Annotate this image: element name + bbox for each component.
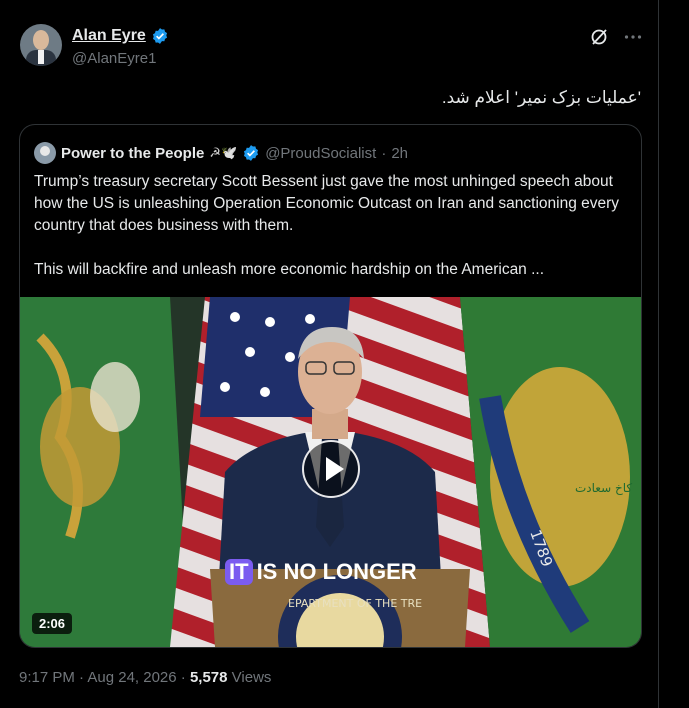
flag-text: کاخ سعادت [575,481,632,495]
quoted-tweet[interactable]: Power to the People ☭🕊️ @ProudSocialist … [19,124,642,648]
caption-highlight: IT [225,559,253,585]
quoted-text: Trump’s treasury secretary Scott Bessent… [34,171,634,281]
tweet-timestamp[interactable]: 9:17 PM · Aug 24, 2026 · [19,669,190,686]
column-divider [658,0,659,708]
video-player[interactable]: 1789 کاخ سعادت EPARTMENT OF THE TRE IT I… [20,297,641,647]
quoted-name-emojis: ☭🕊️ [209,145,238,160]
tweet-text: 'عملیات بزک نمیر' اعلام شد. [441,88,641,107]
video-duration: 2:06 [32,613,73,634]
seal-text: EPARTMENT OF THE TRE [288,597,422,610]
grok-icon[interactable] [589,27,609,47]
verified-badge-icon [152,28,167,44]
play-icon[interactable] [302,440,360,498]
author-name-row: Alan Eyre [72,27,169,45]
author-display-name[interactable]: Alan Eyre [72,27,146,45]
views-label: Views [227,669,272,686]
quoted-text-paragraph-2: This will backfire and unleash more econ… [34,261,545,278]
quoted-text-paragraph-1: Trump’s treasury secretary Scott Bessent… [34,173,620,234]
quoted-handle[interactable]: @ProudSocialist [265,145,376,162]
author-handle[interactable]: @AlanEyre1 [72,50,156,67]
quoted-display-name[interactable]: Power to the People [61,145,204,162]
quoted-time[interactable]: 2h [391,145,408,162]
quoted-avatar[interactable] [34,142,56,164]
video-caption: IT IS NO LONGER [225,559,417,585]
top-actions [589,27,643,47]
avatar[interactable] [20,24,62,66]
quoted-separator: · [381,144,387,162]
more-icon[interactable] [623,27,643,47]
views-count: 5,578 [189,669,228,686]
caption-text: IS NO LONGER [256,559,417,584]
quoted-header: Power to the People ☭🕊️ @ProudSocialist … [34,142,408,164]
verified-badge-icon [244,145,259,161]
tweet-footer: 9:17 PM · Aug 24, 2026 · 5,578 Views [19,669,271,686]
